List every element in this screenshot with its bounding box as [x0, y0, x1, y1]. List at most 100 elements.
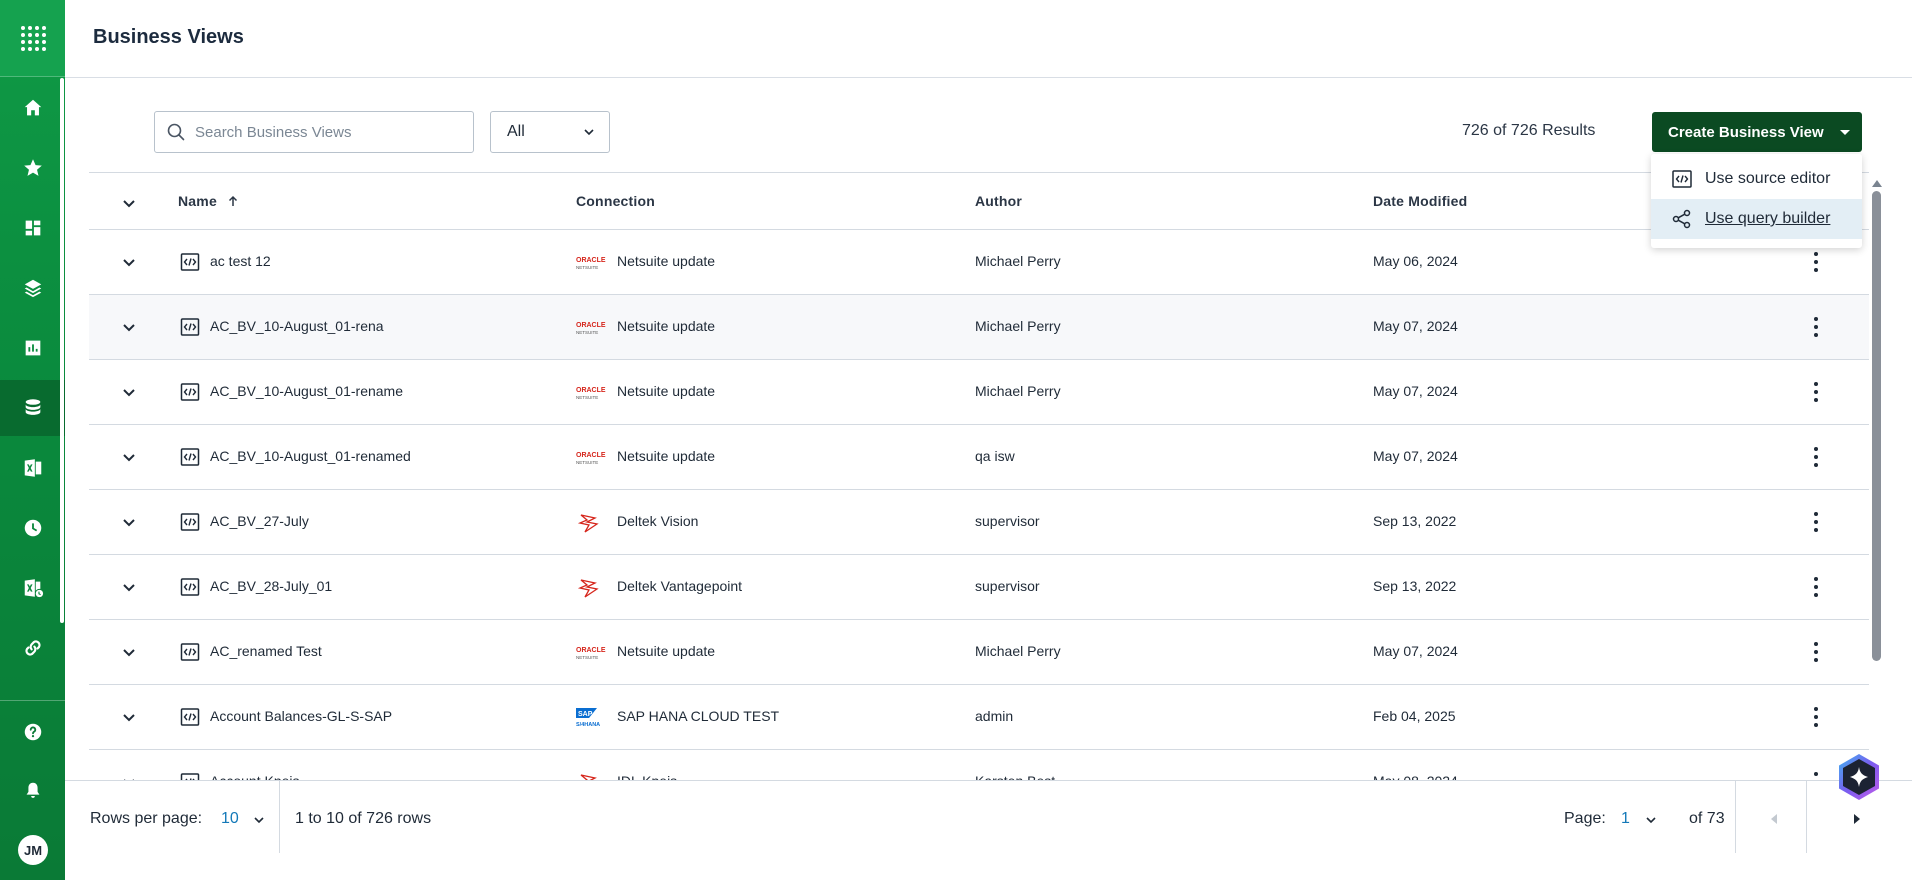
svg-text:ORACLE: ORACLE — [576, 452, 606, 459]
ai-assistant-button[interactable] — [1834, 752, 1884, 802]
expand-row-chevron-icon[interactable] — [119, 447, 139, 467]
business-view-code-icon — [180, 708, 200, 726]
cell-connection: SAP HANA CLOUD TEST — [617, 708, 780, 724]
cell-name[interactable]: AC_BV_27-July — [210, 513, 309, 529]
cell-name[interactable]: AC_BV_28-July_01 — [210, 578, 332, 594]
create-business-view-button[interactable]: Create Business View — [1652, 112, 1862, 152]
previous-page-button[interactable] — [1761, 805, 1787, 833]
bar-chart-icon — [25, 340, 40, 356]
cell-name[interactable]: ac test 12 — [210, 253, 271, 269]
notifications-button[interactable] — [0, 763, 65, 819]
cell-name[interactable]: AC_BV_10-August_01-renamed — [210, 448, 411, 464]
cell-name[interactable]: Account Balances-GL-S-SAP — [210, 708, 392, 724]
table-row[interactable]: AC_BV_10-August_01-renamed ORACLE NETSUITE… — [89, 425, 1869, 490]
footer-divider — [1735, 781, 1736, 853]
column-header-author[interactable]: Author — [975, 193, 1022, 209]
next-page-button[interactable] — [1844, 805, 1870, 833]
row-actions-kebab-icon[interactable] — [1806, 575, 1826, 599]
row-actions-kebab-icon[interactable] — [1806, 250, 1826, 274]
row-actions-kebab-icon[interactable] — [1806, 380, 1826, 404]
star-icon — [23, 159, 42, 176]
row-actions-kebab-icon[interactable] — [1806, 705, 1826, 729]
table-row[interactable]: AC_BV_10-August_01-rena ORACLE NETSUITE Net… — [89, 295, 1869, 360]
expand-row-chevron-icon[interactable] — [119, 512, 139, 532]
sidebar-item-connections[interactable] — [0, 620, 65, 676]
expand-row-chevron-icon[interactable] — [119, 707, 139, 727]
business-view-code-icon — [180, 383, 200, 401]
search-box[interactable] — [154, 111, 474, 153]
expand-all-chevron-icon[interactable] — [119, 193, 139, 213]
cell-author: Michael Perry — [975, 318, 1061, 334]
row-range: 1 to 10 of 726 rows — [295, 810, 432, 827]
svg-text:ORACLE: ORACLE — [576, 647, 606, 654]
expand-row-chevron-icon[interactable] — [119, 382, 139, 402]
help-button[interactable] — [0, 704, 65, 760]
menu-item-label: Use query builder — [1705, 210, 1831, 227]
expand-row-chevron-icon[interactable] — [119, 577, 139, 597]
row-actions-kebab-icon[interactable] — [1806, 640, 1826, 664]
column-header-date-modified[interactable]: Date Modified — [1373, 193, 1467, 209]
sidebar-scrollbar[interactable] — [60, 78, 64, 623]
cell-connection: Netsuite update — [617, 318, 716, 334]
scrollbar-thumb[interactable] — [1872, 191, 1881, 661]
cell-author: supervisor — [975, 513, 1040, 529]
business-view-code-icon — [180, 318, 200, 336]
menu-item-source-editor[interactable]: Use source editor — [1651, 159, 1862, 199]
sidebar-divider — [0, 700, 65, 701]
column-header-name[interactable]: Name — [178, 193, 239, 209]
svg-text:NETSUITE: NETSUITE — [576, 460, 598, 465]
table-row[interactable]: AC_BV_27-July Deltek Vision supervisor Sep … — [89, 490, 1869, 555]
excel-schedule-icon — [24, 579, 43, 598]
table-row[interactable]: AC_BV_10-August_01-rename ORACLE NETSUITE N… — [89, 360, 1869, 425]
table-row[interactable]: Account Balances-GL-S-SAP SAP S/4HANA SAP H… — [89, 685, 1869, 750]
rows-per-page-select[interactable]: 10 — [221, 810, 239, 828]
sidebar-item-favorites[interactable] — [0, 140, 65, 196]
sidebar-item-home[interactable] — [0, 80, 65, 136]
filter-select[interactable]: All — [490, 111, 610, 153]
business-view-code-icon — [180, 253, 200, 271]
query-builder-icon — [1672, 209, 1691, 229]
expand-row-chevron-icon[interactable] — [119, 642, 139, 662]
layers-icon — [24, 279, 41, 298]
sidebar-item-layers[interactable] — [0, 260, 65, 316]
table-row[interactable]: AC_renamed Test ORACLE NETSUITE Netsuite up… — [89, 620, 1869, 685]
cell-name[interactable]: AC_renamed Test — [210, 643, 322, 659]
sidebar-item-history[interactable] — [0, 500, 65, 556]
sidebar-item-excel-scheduler[interactable] — [0, 560, 65, 616]
column-header-connection[interactable]: Connection — [576, 193, 655, 209]
sidebar-item-business-views[interactable] — [0, 380, 65, 436]
expand-row-chevron-icon[interactable] — [119, 252, 139, 272]
cell-author: admin — [975, 708, 1014, 724]
sidebar-item-dashboards[interactable] — [0, 200, 65, 256]
table-scrollbar[interactable] — [1872, 180, 1882, 672]
menu-item-query-builder[interactable]: Use query builder — [1651, 199, 1862, 239]
clock-icon — [24, 519, 41, 537]
business-view-code-icon — [180, 448, 200, 466]
sidebar-item-excel[interactable] — [0, 440, 65, 496]
cell-author: Michael Perry — [975, 383, 1061, 399]
chevron-down-icon[interactable] — [252, 813, 266, 827]
cell-name[interactable]: AC_BV_10-August_01-rena — [210, 318, 384, 334]
table-row[interactable]: ac test 12 ORACLE NETSUITE Netsuite update M… — [89, 230, 1869, 295]
app-launcher-button[interactable] — [0, 0, 65, 77]
row-actions-kebab-icon[interactable] — [1806, 510, 1826, 534]
page-select[interactable]: 1 — [1621, 810, 1630, 828]
table-body: ac test 12 ORACLE NETSUITE Netsuite update M… — [89, 230, 1869, 815]
caret-left-icon — [1771, 814, 1777, 824]
cell-author: Michael Perry — [975, 253, 1061, 269]
sap-hana-logo: SAP S/4HANA — [575, 707, 607, 729]
cell-name[interactable]: AC_BV_10-August_01-rename — [210, 383, 403, 399]
chevron-down-icon[interactable] — [1644, 813, 1658, 827]
oracle-netsuite-logo: ORACLE NETSUITE — [575, 252, 607, 274]
sidebar-item-reports[interactable] — [0, 320, 65, 376]
cell-connection: Netsuite update — [617, 253, 716, 269]
row-actions-kebab-icon[interactable] — [1806, 315, 1826, 339]
caret-down-icon — [1839, 129, 1850, 135]
search-input[interactable] — [195, 123, 455, 141]
user-avatar[interactable]: JM — [18, 835, 48, 865]
expand-row-chevron-icon[interactable] — [119, 317, 139, 337]
cell-date-modified: May 07, 2024 — [1373, 318, 1458, 334]
table-row[interactable]: AC_BV_28-July_01 Deltek Vantagepoint super… — [89, 555, 1869, 620]
row-actions-kebab-icon[interactable] — [1806, 445, 1826, 469]
scroll-up-arrow-icon[interactable] — [1872, 180, 1882, 187]
